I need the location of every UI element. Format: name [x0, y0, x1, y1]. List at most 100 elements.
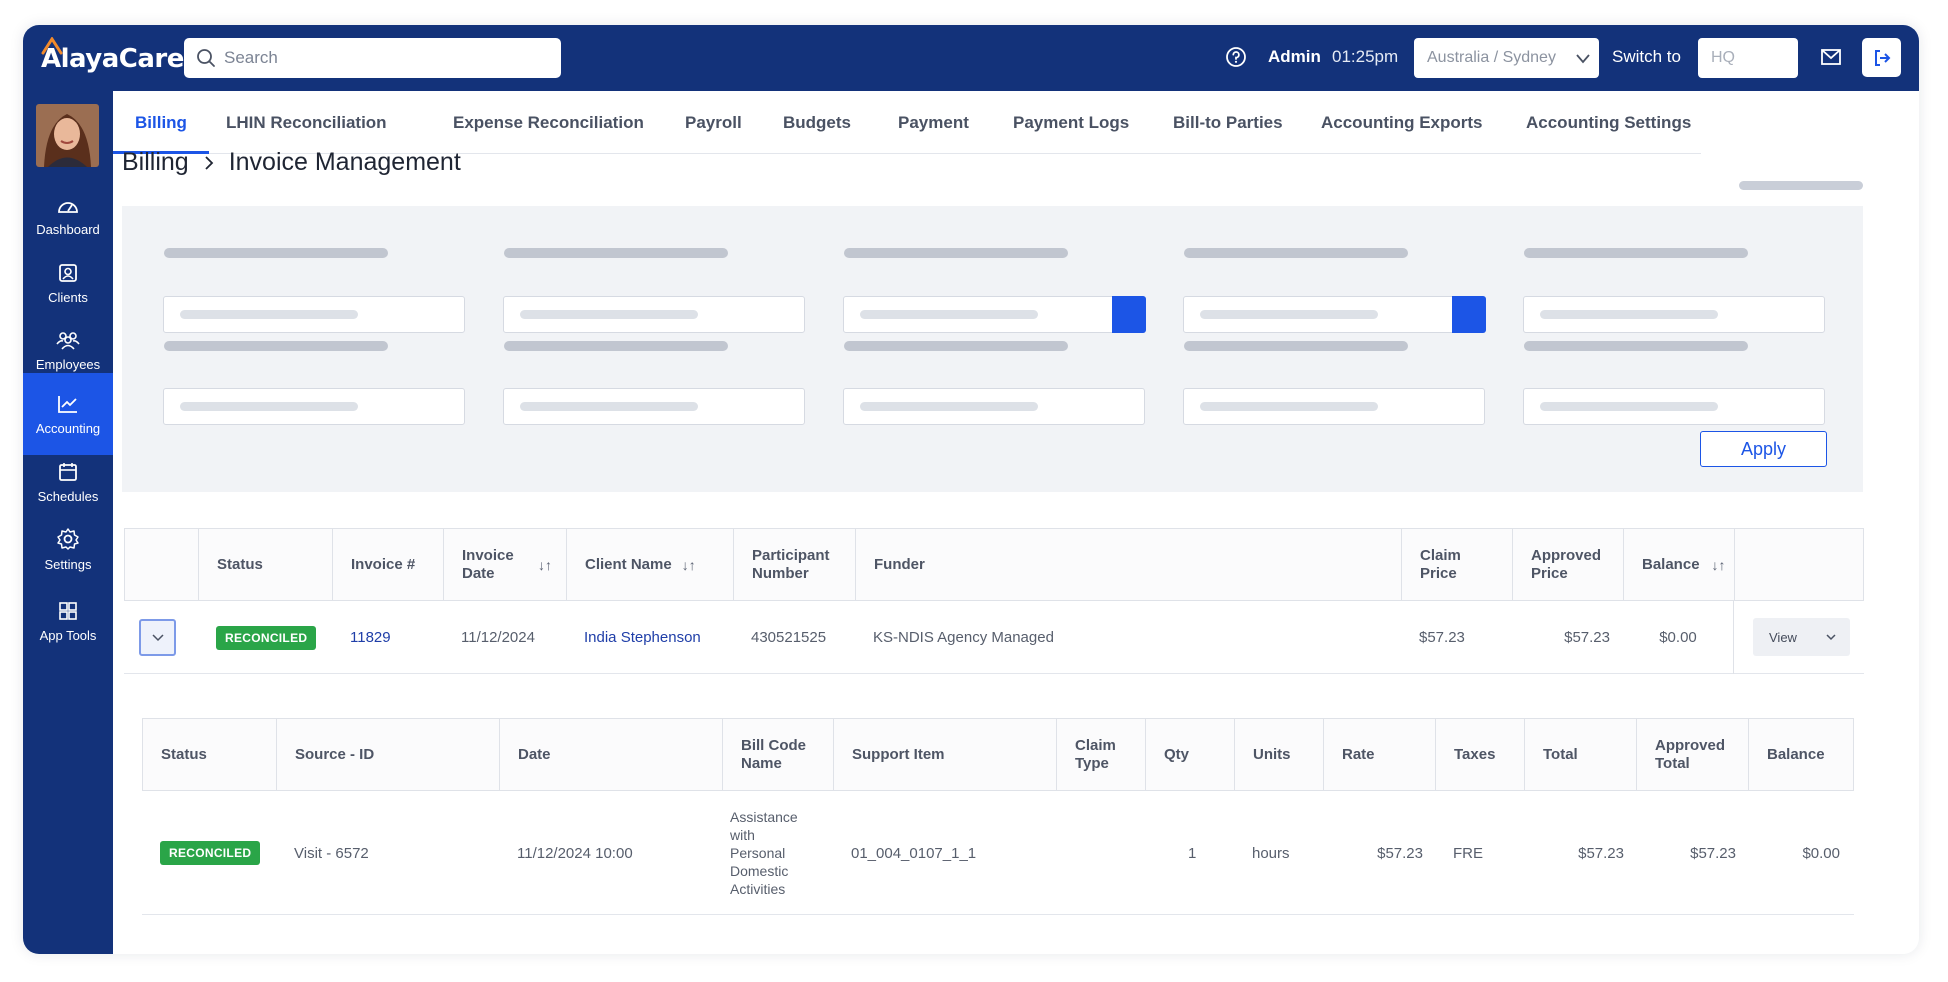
chevron-right-icon [205, 155, 213, 170]
accounting-icon [58, 395, 77, 413]
column-balance[interactable]: Balance ↓↑ [1624, 529, 1735, 600]
column-claim-type: Claim Type [1057, 719, 1146, 790]
approved-price-cell: $57.23 [1564, 629, 1610, 646]
tab-accounting-settings[interactable]: Accounting Settings [1526, 91, 1691, 154]
sidebar-item-settings[interactable]: Settings [23, 508, 113, 590]
column-status-label: Status [217, 555, 263, 573]
tab-payment-logs[interactable]: Payment Logs [1013, 91, 1129, 154]
gear-icon [57, 527, 79, 550]
view-dropdown-button[interactable]: View [1753, 618, 1850, 656]
claim-price-cell: $57.23 [1419, 629, 1465, 646]
column-approved-price: Approved Price [1513, 529, 1624, 600]
tab-payment[interactable]: Payment [898, 91, 969, 154]
sidebar-item-label: Employees [35, 356, 101, 372]
user-photo [36, 104, 99, 167]
user-name[interactable]: Admin [1268, 47, 1321, 67]
column-label: Date [518, 745, 551, 763]
logout-button[interactable] [1862, 38, 1901, 77]
filter-label-placeholder [1184, 341, 1408, 351]
status-badge: RECONCILED [160, 841, 261, 865]
column-label: Units [1253, 745, 1291, 763]
column-date: Date [500, 719, 723, 790]
column-label: Qty [1164, 745, 1190, 763]
column-expand [125, 529, 199, 600]
top-bar: AlayaCare Search Admin 01:25pm Australia… [23, 25, 1919, 91]
sidebar-item-app-tools[interactable]: App Tools [23, 589, 113, 653]
line-item-row[interactable]: RECONCILED Visit - 6572 11/12/2024 10:00… [142, 791, 1854, 915]
switch-branch-input[interactable]: HQ [1698, 38, 1798, 78]
filter-field[interactable] [503, 388, 805, 425]
search-input[interactable]: Search [224, 48, 278, 68]
column-qty: Qty [1146, 719, 1235, 790]
filter-field[interactable] [843, 388, 1145, 425]
column-units: Units [1235, 719, 1324, 790]
date-picker-button[interactable] [1452, 296, 1486, 333]
help-button[interactable] [1225, 46, 1247, 73]
column-label: Taxes [1454, 745, 1496, 763]
tab-expense-reconciliation[interactable]: Expense Reconciliation [453, 91, 644, 154]
balance-cell: $0.00 [1802, 844, 1840, 862]
column-label: Source - ID [295, 745, 375, 763]
global-search[interactable]: Search [184, 38, 561, 78]
status-cell: RECONCILED [160, 791, 261, 915]
filter-label-placeholder [164, 248, 388, 258]
tab-payroll[interactable]: Payroll [685, 91, 742, 154]
table-row[interactable]: RECONCILED 11829 11/12/2024 India Stephe… [124, 601, 1864, 674]
expand-row-button[interactable] [139, 619, 176, 656]
filter-field[interactable] [1183, 388, 1485, 425]
date-filter-field[interactable] [843, 296, 1146, 333]
filter-field[interactable] [163, 296, 465, 333]
sort-icon[interactable]: ↓↑ [682, 556, 696, 574]
sidebar-item-label: Accounting [35, 420, 101, 436]
grid-icon [59, 601, 77, 620]
filter-panel [122, 206, 1863, 492]
column-participant-number-label: Participant Number [752, 546, 830, 582]
tab-budgets[interactable]: Budgets [783, 91, 851, 154]
current-time: 01:25pm [1332, 47, 1399, 66]
filter-field[interactable] [163, 388, 465, 425]
tab-billing[interactable]: Billing [113, 91, 209, 154]
column-total: Total [1525, 719, 1637, 790]
tab-bill-to-parties[interactable]: Bill-to Parties [1173, 91, 1283, 154]
filter-field[interactable] [1523, 296, 1825, 333]
balance-cell: $0.00 [1623, 601, 1734, 674]
clients-icon [59, 263, 77, 282]
column-label: Rate [1342, 745, 1375, 763]
apply-filters-button[interactable]: Apply [1700, 431, 1827, 467]
mail-icon [1821, 49, 1841, 65]
side-navigation: Dashboard Clients Employees Accounting S… [23, 91, 113, 954]
timezone-select[interactable]: Australia / Sydney [1414, 38, 1599, 78]
bill-code-name-cell: Assistance with Personal Domestic Activi… [730, 791, 812, 915]
timezone-value: Australia / Sydney [1427, 49, 1556, 66]
date-cell: 11/12/2024 10:00 [517, 844, 633, 862]
column-label: Claim Type [1075, 736, 1116, 772]
tab-lhin-reconciliation[interactable]: LHIN Reconciliation [226, 91, 387, 154]
breadcrumb: Billing Invoice Management [122, 148, 461, 177]
filter-field[interactable] [503, 296, 805, 333]
date-filter-field[interactable] [1183, 296, 1486, 333]
tab-accounting-exports[interactable]: Accounting Exports [1321, 91, 1483, 154]
sort-icon[interactable]: ↓↑ [1712, 556, 1726, 574]
chevron-down-icon [1826, 634, 1836, 641]
column-status: Status [199, 529, 333, 600]
source-id-link[interactable]: Visit - 6572 [294, 791, 369, 915]
column-client-name[interactable]: Client Name ↓↑ [567, 529, 734, 600]
logout-icon [1874, 49, 1890, 66]
sidebar-item-label: Settings [44, 556, 92, 572]
alayacare-logo[interactable]: AlayaCare [41, 37, 184, 79]
filter-field[interactable] [1523, 388, 1825, 425]
client-name-link[interactable]: India Stephenson [584, 601, 701, 674]
sort-icon[interactable]: ↓↑ [538, 556, 552, 574]
date-picker-button[interactable] [1112, 296, 1146, 333]
messages-button[interactable] [1820, 48, 1842, 71]
status-badge: RECONCILED [216, 625, 317, 650]
column-actions [1735, 529, 1863, 600]
invoice-number-link[interactable]: 11829 [350, 601, 391, 674]
filter-label-placeholder [1184, 248, 1408, 258]
filter-label-placeholder [844, 248, 1068, 258]
column-label: Bill Code Name [741, 736, 807, 772]
filter-label-placeholder [504, 341, 728, 351]
avatar[interactable] [36, 104, 99, 167]
column-invoice-date[interactable]: Invoice Date ↓↑ [444, 529, 567, 600]
breadcrumb-parent[interactable]: Billing [122, 148, 189, 177]
